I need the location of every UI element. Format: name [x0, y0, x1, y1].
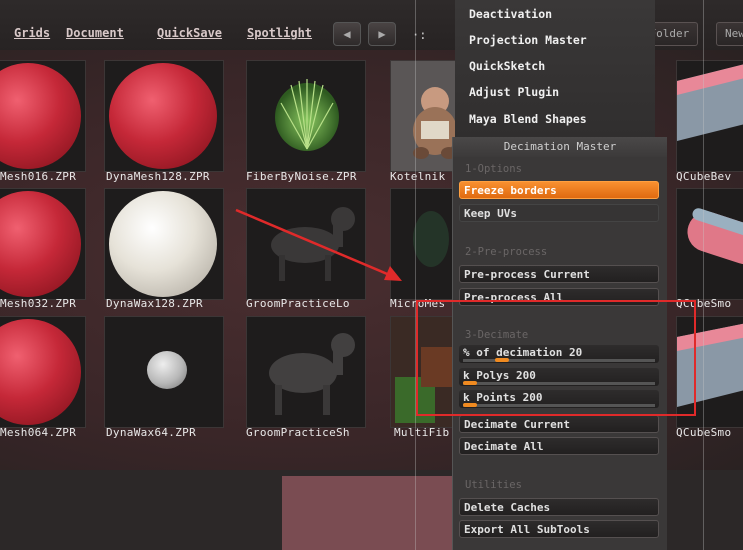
annotation-highlight-box [416, 300, 696, 416]
annotation-arrow [235, 208, 402, 281]
